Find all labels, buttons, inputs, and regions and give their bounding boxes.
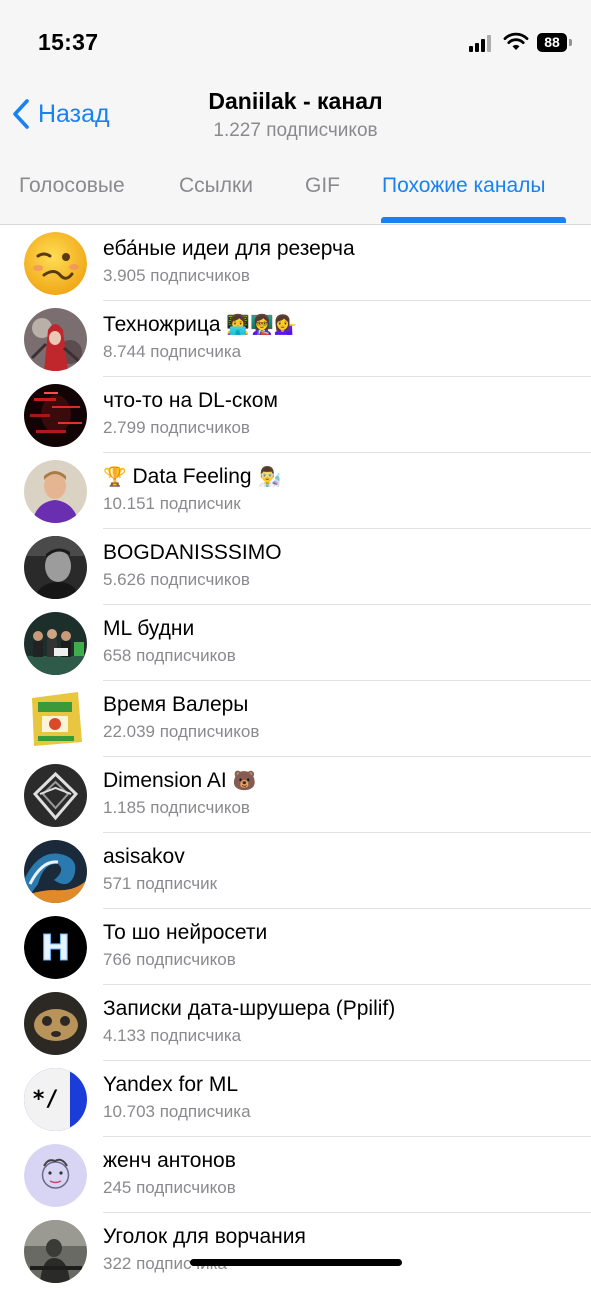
channel-subscribers: 245 подписчиков xyxy=(103,1178,236,1197)
tab-gif[interactable]: GIF xyxy=(305,174,340,198)
channel-name: Уголок для ворчания xyxy=(103,1225,306,1248)
channel-subscribers: 3.905 подписчиков xyxy=(103,266,250,285)
list-item[interactable]: */ Yandex for ML 10.703 подписчика xyxy=(0,1061,591,1137)
tab-bar: Голосовые Ссылки GIF Похожие каналы xyxy=(0,168,591,225)
battery-indicator: 88 xyxy=(537,33,567,52)
channel-subscribers: 1.185 подписчиков xyxy=(103,798,250,817)
channel-name: Время Валеры xyxy=(103,693,249,716)
channel-subscribers: 658 подписчиков xyxy=(103,646,236,665)
list-item[interactable]: Время Валеры 22.039 подписчиков xyxy=(0,681,591,757)
channel-subscribers: 10.151 подписчик xyxy=(103,494,241,513)
channel-avatar xyxy=(24,1144,87,1207)
status-time: 15:37 xyxy=(38,29,99,55)
channel-avatar xyxy=(24,1220,87,1283)
channel-name: Записки дата-шрушера (Ppilif) xyxy=(103,997,396,1020)
list-item[interactable]: H То шо нейросети 766 подписчиков xyxy=(0,909,591,985)
list-item[interactable]: asisakov 571 подписчик xyxy=(0,833,591,909)
header: 15:37 88 Назад Daniilak - канал 1.227 по… xyxy=(0,0,591,225)
wifi-icon xyxy=(503,32,529,52)
channel-subscribers: 766 подписчиков xyxy=(103,950,236,969)
tab-similar-channels[interactable]: Похожие каналы xyxy=(382,174,546,198)
list-item[interactable]: Dimension AI 🐻 1.185 подписчиков xyxy=(0,757,591,833)
tab-links[interactable]: Ссылки xyxy=(179,174,253,198)
channel-avatar xyxy=(24,992,87,1055)
channel-name-emoji: 👨‍🔬 xyxy=(257,466,282,488)
channel-name: еба́ные идеи для резерча xyxy=(103,237,355,260)
tab-voice[interactable]: Голосовые xyxy=(19,174,125,198)
channel-name-emoji: 👩‍💻👩‍🏫💁‍♀️ xyxy=(226,314,298,336)
channel-avatar: */ xyxy=(24,1068,87,1131)
status-bar: 15:37 88 xyxy=(0,0,591,80)
list-item[interactable]: женч антонов 245 подписчиков xyxy=(0,1137,591,1213)
channel-name: Yandex for ML xyxy=(103,1073,239,1096)
channel-avatar: H xyxy=(24,916,87,979)
channel-avatar xyxy=(24,840,87,903)
home-indicator xyxy=(190,1259,402,1266)
list-item[interactable]: Техножрица 👩‍💻👩‍🏫💁‍♀️ 8.744 подписчика xyxy=(0,301,591,377)
list-item[interactable]: 🏆 Data Feeling 👨‍🔬 10.151 подписчик xyxy=(0,453,591,529)
channel-name: Техножрица 👩‍💻👩‍🏫💁‍♀️ xyxy=(103,313,298,336)
channel-name: BOGDANISSSIMO xyxy=(103,541,282,564)
page-title: Daniilak - канал xyxy=(208,88,383,114)
active-tab-indicator xyxy=(381,217,566,223)
page-subtitle: 1.227 подписчиков xyxy=(213,120,378,141)
channel-avatar xyxy=(24,612,87,675)
channel-name: 🏆 Data Feeling 👨‍🔬 xyxy=(103,465,282,488)
list-item[interactable]: Записки дата-шрушера (Ppilif) 4.133 подп… xyxy=(0,985,591,1061)
channel-subscribers: 22.039 подписчиков xyxy=(103,722,260,741)
channel-subscribers: 5.626 подписчиков xyxy=(103,570,250,589)
battery-tip xyxy=(569,39,572,46)
cellular-signal-icon xyxy=(469,34,495,52)
channel-avatar xyxy=(24,232,87,295)
channel-avatar xyxy=(24,764,87,827)
channel-subscribers: 571 подписчик xyxy=(103,874,218,893)
list-item[interactable]: Уголок для ворчания 322 подписчика xyxy=(0,1213,591,1289)
channel-name: То шо нейросети xyxy=(103,921,268,944)
list-item[interactable]: ML будни 658 подписчиков xyxy=(0,605,591,681)
channel-name-emoji: 🐻 xyxy=(232,770,257,792)
channel-avatar xyxy=(24,384,87,447)
channel-avatar xyxy=(24,460,87,523)
list-item[interactable]: BOGDANISSSIMO 5.626 подписчиков xyxy=(0,529,591,605)
channel-avatar xyxy=(24,688,87,751)
trophy-emoji: 🏆 xyxy=(103,466,127,488)
svg-text:*/: */ xyxy=(32,1087,59,1112)
svg-text:H: H xyxy=(40,928,70,969)
channel-name: ML будни xyxy=(103,617,195,640)
channel-subscribers: 8.744 подписчика xyxy=(103,342,242,361)
channel-name: женч антонов xyxy=(103,1149,236,1172)
channel-subscribers: 10.703 подписчика xyxy=(103,1102,251,1121)
channel-name: asisakov xyxy=(103,845,185,868)
list-item[interactable]: еба́ные идеи для резерча 3.905 подписчик… xyxy=(0,225,591,301)
channel-subscribers: 4.133 подписчика xyxy=(103,1026,242,1045)
channel-name: Dimension AI 🐻 xyxy=(103,769,257,792)
channel-subscribers: 2.799 подписчиков xyxy=(103,418,250,437)
channel-avatar xyxy=(24,536,87,599)
channel-name: что-то на DL-ском xyxy=(103,389,278,412)
channel-avatar xyxy=(24,308,87,371)
list-item[interactable]: что-то на DL-ском 2.799 подписчиков xyxy=(0,377,591,453)
